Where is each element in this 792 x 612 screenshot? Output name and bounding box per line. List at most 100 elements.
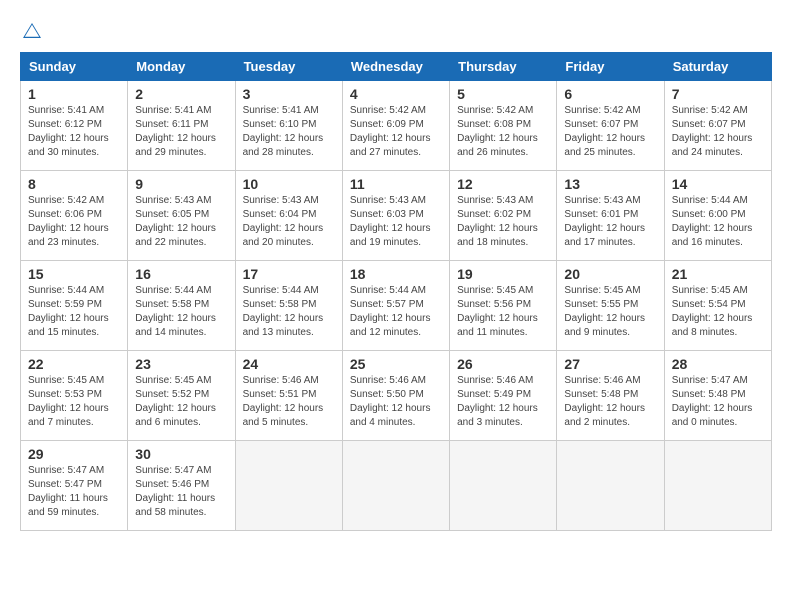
col-thursday: Thursday: [450, 53, 557, 81]
col-monday: Monday: [128, 53, 235, 81]
day-number: 11: [350, 176, 442, 192]
calendar-cell: 20 Sunrise: 5:45 AMSunset: 5:55 PMDaylig…: [557, 261, 664, 351]
day-detail: Sunrise: 5:46 AMSunset: 5:51 PMDaylight:…: [243, 374, 335, 430]
calendar-week-5: 29 Sunrise: 5:47 AMSunset: 5:47 PMDaylig…: [21, 441, 772, 531]
day-detail: Sunrise: 5:44 AMSunset: 5:58 PMDaylight:…: [243, 284, 335, 340]
page-header: [20, 20, 772, 44]
day-number: 10: [243, 176, 335, 192]
day-detail: Sunrise: 5:42 AMSunset: 6:06 PMDaylight:…: [28, 194, 120, 250]
calendar-cell: 28 Sunrise: 5:47 AMSunset: 5:48 PMDaylig…: [664, 351, 771, 441]
day-number: 9: [135, 176, 227, 192]
day-detail: Sunrise: 5:44 AMSunset: 5:59 PMDaylight:…: [28, 284, 120, 340]
day-number: 27: [564, 356, 656, 372]
col-tuesday: Tuesday: [235, 53, 342, 81]
logo: [20, 20, 48, 44]
day-detail: Sunrise: 5:43 AMSunset: 6:01 PMDaylight:…: [564, 194, 656, 250]
day-number: 30: [135, 446, 227, 462]
calendar-cell: 11 Sunrise: 5:43 AMSunset: 6:03 PMDaylig…: [342, 171, 449, 261]
col-sunday: Sunday: [21, 53, 128, 81]
day-number: 25: [350, 356, 442, 372]
day-detail: Sunrise: 5:45 AMSunset: 5:53 PMDaylight:…: [28, 374, 120, 430]
calendar-cell: 5 Sunrise: 5:42 AMSunset: 6:08 PMDayligh…: [450, 81, 557, 171]
day-detail: Sunrise: 5:45 AMSunset: 5:55 PMDaylight:…: [564, 284, 656, 340]
day-detail: Sunrise: 5:41 AMSunset: 6:12 PMDaylight:…: [28, 104, 120, 160]
calendar-cell: 13 Sunrise: 5:43 AMSunset: 6:01 PMDaylig…: [557, 171, 664, 261]
day-number: 1: [28, 86, 120, 102]
calendar-cell: 1 Sunrise: 5:41 AMSunset: 6:12 PMDayligh…: [21, 81, 128, 171]
day-number: 8: [28, 176, 120, 192]
day-number: 20: [564, 266, 656, 282]
header-row: Sunday Monday Tuesday Wednesday Thursday…: [21, 53, 772, 81]
calendar-week-3: 15 Sunrise: 5:44 AMSunset: 5:59 PMDaylig…: [21, 261, 772, 351]
day-number: 19: [457, 266, 549, 282]
day-detail: Sunrise: 5:44 AMSunset: 5:57 PMDaylight:…: [350, 284, 442, 340]
calendar-cell: 17 Sunrise: 5:44 AMSunset: 5:58 PMDaylig…: [235, 261, 342, 351]
calendar-week-1: 1 Sunrise: 5:41 AMSunset: 6:12 PMDayligh…: [21, 81, 772, 171]
day-detail: Sunrise: 5:41 AMSunset: 6:10 PMDaylight:…: [243, 104, 335, 160]
calendar-cell: 7 Sunrise: 5:42 AMSunset: 6:07 PMDayligh…: [664, 81, 771, 171]
day-number: 21: [672, 266, 764, 282]
day-detail: Sunrise: 5:45 AMSunset: 5:52 PMDaylight:…: [135, 374, 227, 430]
calendar-cell: [235, 441, 342, 531]
day-number: 26: [457, 356, 549, 372]
calendar-cell: 22 Sunrise: 5:45 AMSunset: 5:53 PMDaylig…: [21, 351, 128, 441]
day-detail: Sunrise: 5:46 AMSunset: 5:50 PMDaylight:…: [350, 374, 442, 430]
day-number: 5: [457, 86, 549, 102]
day-number: 16: [135, 266, 227, 282]
col-wednesday: Wednesday: [342, 53, 449, 81]
day-number: 4: [350, 86, 442, 102]
calendar-cell: 12 Sunrise: 5:43 AMSunset: 6:02 PMDaylig…: [450, 171, 557, 261]
day-number: 12: [457, 176, 549, 192]
day-detail: Sunrise: 5:46 AMSunset: 5:48 PMDaylight:…: [564, 374, 656, 430]
calendar-table: Sunday Monday Tuesday Wednesday Thursday…: [20, 52, 772, 531]
day-detail: Sunrise: 5:41 AMSunset: 6:11 PMDaylight:…: [135, 104, 227, 160]
calendar-cell: 2 Sunrise: 5:41 AMSunset: 6:11 PMDayligh…: [128, 81, 235, 171]
day-number: 29: [28, 446, 120, 462]
day-detail: Sunrise: 5:46 AMSunset: 5:49 PMDaylight:…: [457, 374, 549, 430]
calendar-cell: 29 Sunrise: 5:47 AMSunset: 5:47 PMDaylig…: [21, 441, 128, 531]
day-number: 7: [672, 86, 764, 102]
day-number: 3: [243, 86, 335, 102]
calendar-cell: 19 Sunrise: 5:45 AMSunset: 5:56 PMDaylig…: [450, 261, 557, 351]
calendar-cell: 16 Sunrise: 5:44 AMSunset: 5:58 PMDaylig…: [128, 261, 235, 351]
day-detail: Sunrise: 5:42 AMSunset: 6:09 PMDaylight:…: [350, 104, 442, 160]
calendar-cell: 24 Sunrise: 5:46 AMSunset: 5:51 PMDaylig…: [235, 351, 342, 441]
day-number: 28: [672, 356, 764, 372]
calendar-cell: 6 Sunrise: 5:42 AMSunset: 6:07 PMDayligh…: [557, 81, 664, 171]
calendar-cell: 30 Sunrise: 5:47 AMSunset: 5:46 PMDaylig…: [128, 441, 235, 531]
col-friday: Friday: [557, 53, 664, 81]
calendar-cell: 3 Sunrise: 5:41 AMSunset: 6:10 PMDayligh…: [235, 81, 342, 171]
day-number: 15: [28, 266, 120, 282]
calendar-cell: 8 Sunrise: 5:42 AMSunset: 6:06 PMDayligh…: [21, 171, 128, 261]
day-detail: Sunrise: 5:43 AMSunset: 6:05 PMDaylight:…: [135, 194, 227, 250]
calendar-week-2: 8 Sunrise: 5:42 AMSunset: 6:06 PMDayligh…: [21, 171, 772, 261]
day-detail: Sunrise: 5:44 AMSunset: 6:00 PMDaylight:…: [672, 194, 764, 250]
day-detail: Sunrise: 5:43 AMSunset: 6:04 PMDaylight:…: [243, 194, 335, 250]
col-saturday: Saturday: [664, 53, 771, 81]
logo-icon: [20, 20, 44, 44]
calendar-cell: 23 Sunrise: 5:45 AMSunset: 5:52 PMDaylig…: [128, 351, 235, 441]
calendar-cell: 18 Sunrise: 5:44 AMSunset: 5:57 PMDaylig…: [342, 261, 449, 351]
day-detail: Sunrise: 5:45 AMSunset: 5:56 PMDaylight:…: [457, 284, 549, 340]
calendar-cell: 26 Sunrise: 5:46 AMSunset: 5:49 PMDaylig…: [450, 351, 557, 441]
day-number: 13: [564, 176, 656, 192]
day-number: 2: [135, 86, 227, 102]
calendar-cell: 27 Sunrise: 5:46 AMSunset: 5:48 PMDaylig…: [557, 351, 664, 441]
day-number: 6: [564, 86, 656, 102]
day-number: 17: [243, 266, 335, 282]
day-detail: Sunrise: 5:44 AMSunset: 5:58 PMDaylight:…: [135, 284, 227, 340]
calendar-cell: 15 Sunrise: 5:44 AMSunset: 5:59 PMDaylig…: [21, 261, 128, 351]
calendar-cell: 21 Sunrise: 5:45 AMSunset: 5:54 PMDaylig…: [664, 261, 771, 351]
calendar-cell: 9 Sunrise: 5:43 AMSunset: 6:05 PMDayligh…: [128, 171, 235, 261]
day-number: 18: [350, 266, 442, 282]
day-detail: Sunrise: 5:47 AMSunset: 5:47 PMDaylight:…: [28, 464, 120, 520]
calendar-cell: [342, 441, 449, 531]
calendar-cell: [450, 441, 557, 531]
day-number: 14: [672, 176, 764, 192]
calendar-cell: [664, 441, 771, 531]
calendar-cell: 14 Sunrise: 5:44 AMSunset: 6:00 PMDaylig…: [664, 171, 771, 261]
calendar-cell: 10 Sunrise: 5:43 AMSunset: 6:04 PMDaylig…: [235, 171, 342, 261]
calendar-cell: [557, 441, 664, 531]
calendar-cell: 4 Sunrise: 5:42 AMSunset: 6:09 PMDayligh…: [342, 81, 449, 171]
day-detail: Sunrise: 5:45 AMSunset: 5:54 PMDaylight:…: [672, 284, 764, 340]
